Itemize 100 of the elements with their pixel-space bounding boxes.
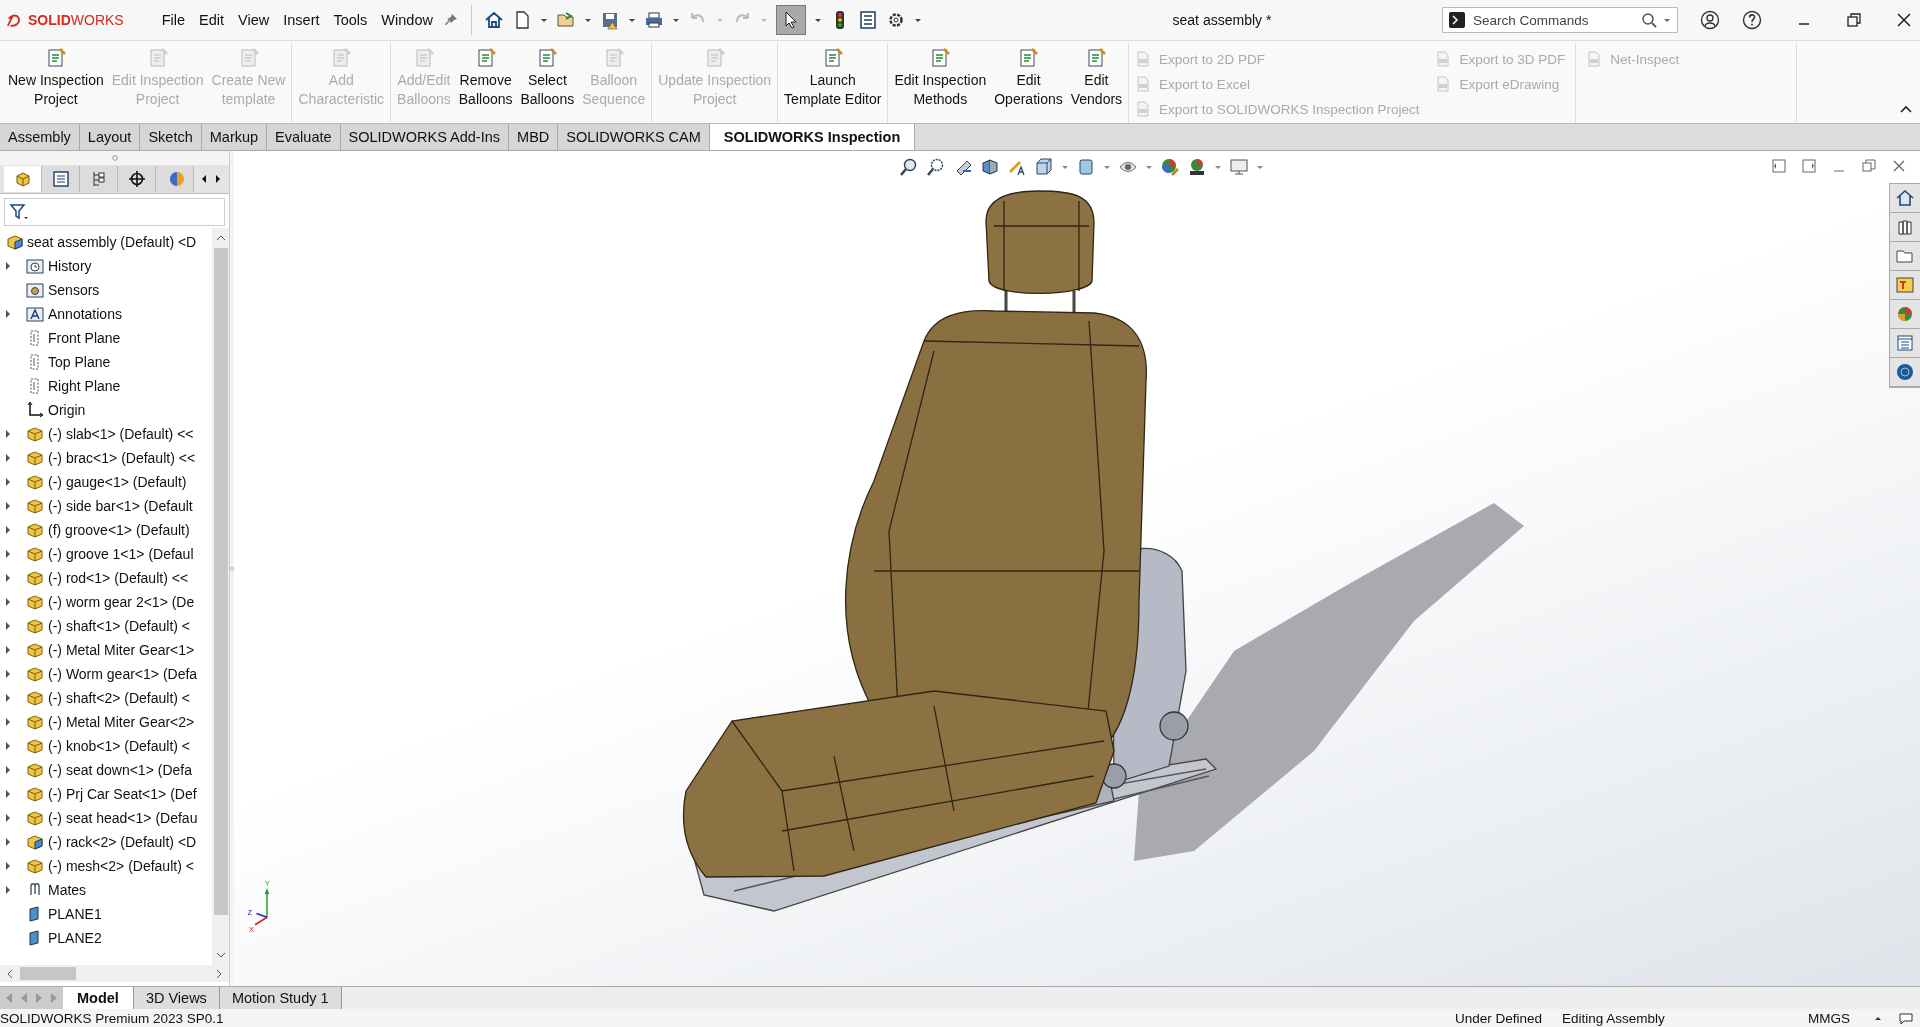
tree-item[interactable]: Annotations <box>48 306 122 322</box>
expand-arrow-icon[interactable] <box>4 789 12 799</box>
scroll-down-icon[interactable] <box>215 951 226 959</box>
command-tab[interactable]: SOLIDWORKS CAM <box>558 124 710 150</box>
menu-item[interactable]: Edit <box>193 8 231 32</box>
tree-item[interactable]: (-) knob<1> (Default) < <box>48 738 190 754</box>
collapse-ribbon-icon[interactable] <box>1900 105 1912 113</box>
close-icon[interactable] <box>1896 12 1912 28</box>
tree-item[interactable]: History <box>48 258 92 274</box>
select-pointer-button[interactable] <box>775 5 806 35</box>
caret-icon[interactable] <box>813 16 822 24</box>
caret-icon[interactable] <box>671 16 680 24</box>
tree-item[interactable]: (f) groove<1> (Default) <box>48 522 190 538</box>
tree-item[interactable]: Right Plane <box>48 378 121 394</box>
tree-item[interactable]: (-) Metal Miter Gear<1> <box>48 642 195 658</box>
monitor-icon[interactable] <box>1229 157 1249 177</box>
task-pane-tab[interactable] <box>1890 300 1920 329</box>
command-tab[interactable]: SOLIDWORKS Inspection <box>709 124 916 150</box>
command-tab[interactable]: Layout <box>79 124 141 150</box>
command-tab[interactable]: MBD <box>509 124 559 150</box>
scroll-up-icon[interactable] <box>215 234 226 242</box>
tree-item[interactable]: (-) worm gear 2<1> (De <box>48 594 195 610</box>
tree-item[interactable]: (-) Worm gear<1> (Defa <box>48 666 198 682</box>
tree-item[interactable]: (-) seat down<1> (Defa <box>48 762 192 778</box>
tree-item[interactable]: (-) mesh<2> (Default) < <box>48 858 194 874</box>
view-tab[interactable]: Model <box>63 987 134 1009</box>
expand-arrow-icon[interactable] <box>4 765 12 775</box>
menu-item[interactable]: Window <box>375 8 439 32</box>
zoom-area-icon[interactable] <box>926 157 946 177</box>
splitter-grip-icon[interactable] <box>230 565 234 572</box>
expand-arrow-icon[interactable] <box>4 813 12 823</box>
command-tab[interactable]: Markup <box>201 124 268 150</box>
expand-arrow-icon[interactable] <box>4 597 12 607</box>
tree-item[interactable]: PLANE2 <box>48 930 102 946</box>
expand-arrow-icon[interactable] <box>4 477 12 487</box>
expand-arrow-icon[interactable] <box>4 309 12 319</box>
tree-item[interactable]: (-) Prj Car Seat<1> (Def <box>48 786 197 802</box>
scene-icon[interactable] <box>1187 157 1207 177</box>
menu-item[interactable]: View <box>232 8 276 32</box>
search-field[interactable]: Search Commands <box>1471 11 1635 29</box>
ribbon-button[interactable]: Edit Operations <box>990 43 1067 123</box>
folder-icon[interactable] <box>555 10 576 30</box>
command-tab[interactable]: Sketch <box>140 124 202 150</box>
manager-tab[interactable] <box>118 166 156 192</box>
vertical-scrollbar[interactable] <box>212 228 229 965</box>
tree-item[interactable]: (-) brac<1> (Default) << <box>48 450 196 466</box>
task-pane-tab[interactable] <box>1890 271 1920 300</box>
expand-arrow-icon[interactable] <box>4 429 12 439</box>
message-icon[interactable] <box>1898 1010 1914 1026</box>
ribbon-button[interactable]: Edit Inspection Methods <box>890 43 991 123</box>
zoom-to-fit-icon[interactable] <box>899 157 919 177</box>
task-pane-tab[interactable] <box>1890 242 1920 271</box>
pin-icon[interactable] <box>442 12 459 28</box>
menu-item[interactable]: Insert <box>277 8 326 32</box>
tree-item[interactable]: (-) groove 1<1> (Defaul <box>48 546 194 562</box>
view-tab[interactable]: 3D Views <box>133 987 220 1009</box>
ribbon-button[interactable]: Launch Template Editor <box>780 43 886 123</box>
scroll-right-icon[interactable] <box>214 173 222 185</box>
help-icon[interactable] <box>1742 10 1762 30</box>
tile-left-icon[interactable] <box>1772 159 1786 173</box>
home-icon[interactable] <box>483 10 504 30</box>
tree-item[interactable]: (-) seat head<1> (Defau <box>48 810 198 826</box>
tree-item[interactable]: (-) shaft<1> (Default) < <box>48 618 190 634</box>
filter-field[interactable] <box>4 198 225 226</box>
expand-arrow-icon[interactable] <box>4 861 12 871</box>
caret-icon[interactable] <box>583 16 592 24</box>
tree-item[interactable]: (-) slab<1> (Default) << <box>48 426 194 442</box>
tree-item[interactable]: (-) Metal Miter Gear<2> <box>48 714 195 730</box>
caret-icon[interactable] <box>627 16 636 24</box>
search-icon[interactable] <box>1641 12 1657 28</box>
restore-icon[interactable] <box>1846 12 1862 28</box>
command-tab[interactable]: SOLIDWORKS Add-Ins <box>340 124 510 150</box>
tree-item[interactable]: Mates <box>48 882 87 898</box>
tree-item[interactable]: Front Plane <box>48 330 121 346</box>
ribbon-button[interactable]: New Inspection Project <box>4 43 108 123</box>
printer-icon[interactable] <box>643 10 664 30</box>
horizontal-scrollbar[interactable] <box>0 965 229 982</box>
task-pane-tab[interactable] <box>1890 329 1920 358</box>
expand-arrow-icon[interactable] <box>4 717 12 727</box>
caret-icon[interactable] <box>1874 1014 1882 1022</box>
task-pane-tab[interactable] <box>1890 184 1920 213</box>
expand-arrow-icon[interactable] <box>4 837 12 847</box>
scroll-left-icon[interactable] <box>200 173 208 185</box>
caret-icon[interactable] <box>1663 16 1671 24</box>
expand-arrow-icon[interactable] <box>4 525 12 535</box>
expand-arrow-icon[interactable] <box>4 549 12 559</box>
tree-item[interactable]: Sensors <box>48 282 100 298</box>
tree-item[interactable]: seat assembly (Default) <D <box>27 234 197 250</box>
command-tab[interactable]: Evaluate <box>267 124 341 150</box>
tree-item[interactable]: (-) gauge<1> (Default) <box>48 474 187 490</box>
panel-grip-icon[interactable] <box>111 155 118 161</box>
view-tab[interactable]: Motion Study 1 <box>219 987 342 1009</box>
command-tab[interactable]: Assembly <box>0 124 80 150</box>
appearance-icon[interactable] <box>1160 157 1180 177</box>
user-icon[interactable] <box>1700 10 1720 30</box>
menu-item[interactable]: Tools <box>327 8 374 32</box>
display-style-icon[interactable] <box>1076 157 1096 177</box>
filter-icon[interactable] <box>9 202 29 222</box>
expand-arrow-icon[interactable] <box>4 645 12 655</box>
search-bar[interactable]: Search Commands <box>1442 7 1678 33</box>
